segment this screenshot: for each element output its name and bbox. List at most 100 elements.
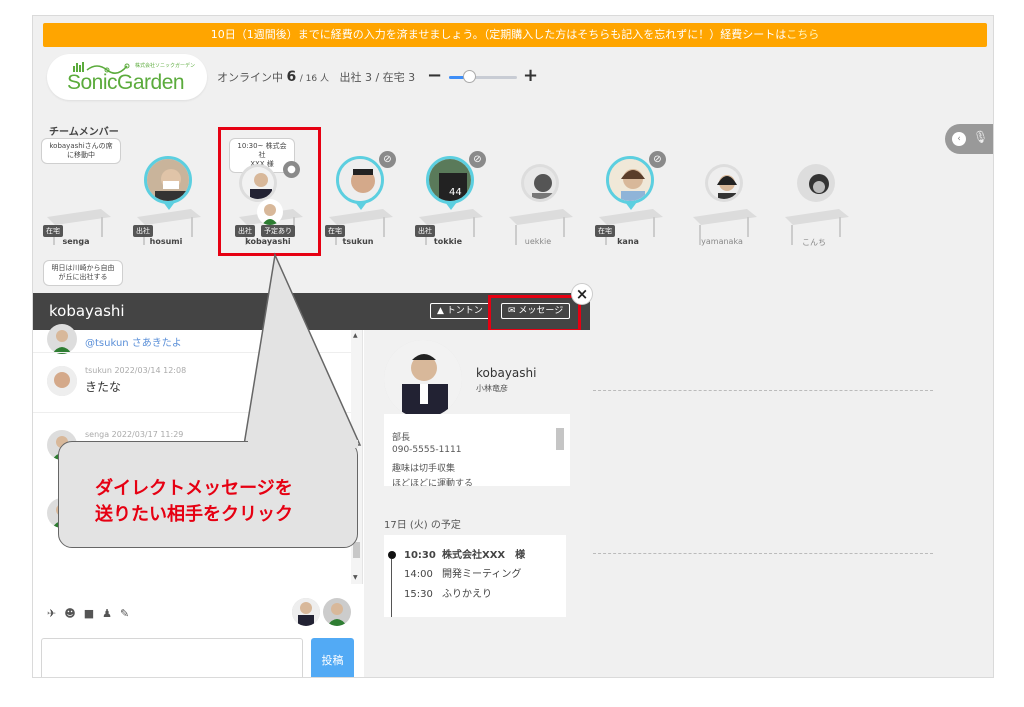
member-name: yamanaka: [701, 237, 743, 246]
side-panel-toggle[interactable]: ‹ 🎙: [945, 124, 993, 154]
message-meta: tsukun 2022/03/14 12:08: [85, 366, 187, 375]
video-icon[interactable]: ■: [84, 607, 102, 620]
member-senga[interactable]: 在宅 senga: [33, 151, 119, 261]
tonton-button[interactable]: ▲ トントン: [430, 303, 490, 319]
info-line: ほどほどに運動する: [392, 479, 474, 486]
profile-name: kobayashi: [476, 366, 537, 380]
avatar: 44: [426, 156, 474, 204]
office-count: 出社 3 /: [339, 71, 380, 84]
status-tag: 出社: [133, 225, 153, 237]
close-button[interactable]: ×: [571, 283, 593, 305]
zoom-out-button[interactable]: −: [427, 67, 442, 85]
divider: [593, 390, 933, 391]
smile-icon[interactable]: ☻: [64, 607, 83, 620]
schedule-item[interactable]: 10:30 株式会社XXX 様: [404, 546, 525, 561]
info-scrollbar[interactable]: [556, 416, 564, 484]
avatar: [705, 164, 743, 202]
instruction-callout: ダイレクトメッセージを 送りたい相手をクリック: [58, 441, 358, 548]
avatar: [47, 366, 77, 396]
avatar: [336, 156, 384, 204]
profile-info: 部長 090-5555-1111 趣味は切手収集 ほどほどに運動する: [384, 414, 570, 486]
location-pin-icon: [625, 202, 637, 210]
megaphone-icon[interactable]: ✈: [47, 607, 64, 620]
svg-text:44: 44: [449, 187, 462, 198]
toolbar-icons: ✈☻■♟✎: [47, 607, 137, 620]
location-pin-icon: [163, 202, 175, 210]
profile-japanese-name: 小林竜彦: [476, 384, 508, 393]
info-line: 090-5555-1111: [392, 445, 462, 455]
schedule-item[interactable]: 14:00 開発ミーティング: [404, 565, 521, 580]
member-kana[interactable]: ⊘ 在宅 kana: [585, 151, 671, 261]
separator: [33, 352, 351, 353]
message-meta: @tsukun さあきたよ: [85, 338, 182, 349]
member-uekkie[interactable]: uekkie: [495, 151, 581, 261]
member-konchi[interactable]: こんち: [771, 151, 857, 261]
banner-link[interactable]: こちら: [786, 28, 819, 41]
member-name: tsukun: [342, 237, 374, 246]
panel-title: kobayashi: [49, 302, 125, 320]
zoom-control: − +: [427, 67, 538, 87]
notice-banner: 10日（1週間後）までに経費の入力を済ませましょう。（定期購入した方はそちらも記…: [43, 23, 987, 47]
online-label: オンライン中: [217, 71, 283, 84]
online-status: オンライン中 6 / 16 人 出社 3 / 在宅 3: [217, 69, 415, 85]
message-meta: senga 2022/03/17 11:29: [85, 430, 184, 439]
callout-line-1: ダイレクトメッセージを: [95, 478, 293, 499]
panel-header: kobayashi ▲ トントン ✉ メッセージ: [33, 293, 590, 332]
timeline-line: [391, 559, 392, 617]
status-tag: 出社: [415, 225, 435, 237]
avatar: [144, 156, 192, 204]
profile-avatar: [384, 340, 462, 418]
online-count: 6: [286, 69, 297, 85]
schedule-title: 開発ミーティング: [442, 569, 522, 580]
zoom-slider-handle[interactable]: [463, 70, 477, 83]
person-icon[interactable]: ♟: [102, 607, 120, 620]
tonton-label: トントン: [446, 306, 483, 316]
member-name: tokkie: [433, 237, 463, 246]
schedule-item[interactable]: 15:30 ふりかえり: [404, 585, 492, 600]
total-count: / 16 人: [299, 74, 329, 84]
sonicgarden-logo[interactable]: 株式会社ソニックガーデン SonicGarden: [47, 54, 207, 100]
scroll-thumb[interactable]: [353, 542, 360, 558]
member-hosumi[interactable]: 出社 hosumi: [123, 151, 209, 261]
paperclip-icon[interactable]: ✎: [120, 607, 137, 620]
avatar: [606, 156, 654, 204]
schedule-time: 14:00: [404, 569, 433, 580]
member-yamanaka[interactable]: yamanaka: [679, 151, 765, 261]
status-tag: 在宅: [325, 225, 345, 237]
avatar: [292, 598, 320, 626]
chevron-left-icon: ‹: [952, 132, 966, 146]
participant-avatars: [289, 598, 351, 626]
member-name: uekkie: [524, 237, 552, 246]
banner-text: 10日（1週間後）までに経費の入力を済ませましょう。（定期購入した方はそちらも記…: [210, 28, 787, 41]
member-tokkie[interactable]: 44 ⊘ 出社 tokkie: [405, 151, 491, 261]
chat-toolbar: ✈☻■♟✎: [33, 584, 363, 638]
location-pin-icon: [355, 202, 367, 210]
member-tsukun[interactable]: ⊘ 在宅 tsukun: [315, 151, 401, 261]
bell-icon: ▲: [437, 306, 447, 316]
post-button[interactable]: 投稿: [311, 638, 354, 677]
status-bubble-next: 明日は川崎から自由 が丘に出社する: [43, 260, 123, 286]
callout-line-2: 送りたい相手をクリック: [95, 504, 293, 525]
mic-off-icon: ⊘: [469, 151, 486, 168]
message-highlight-box: [488, 295, 581, 332]
avatar: [47, 324, 77, 354]
logo-text: SonicGarden: [67, 71, 185, 94]
message-text: きたな: [85, 380, 122, 394]
scroll-down-icon[interactable]: ▼: [353, 574, 358, 581]
schedule-title: 株式会社XXX 様: [442, 550, 526, 561]
schedule-time: 15:30: [404, 589, 433, 600]
avatar: [323, 598, 351, 626]
location-pin-icon: [445, 202, 457, 210]
divider: [593, 553, 933, 554]
mic-off-icon: ⊘: [649, 151, 666, 168]
schedule-time: 10:30: [404, 550, 436, 561]
avatar: [797, 164, 835, 202]
scroll-up-icon[interactable]: ▲: [353, 332, 358, 339]
mic-icon: 🎙: [973, 130, 989, 144]
home-count: 在宅 3: [382, 71, 416, 84]
profile-card: kobayashi 小林竜彦 部長 090-5555-1111 趣味は切手収集 …: [364, 330, 590, 677]
message-input[interactable]: [41, 638, 303, 677]
app-window: 10日（1週間後）までに経費の入力を済ませましょう。（定期購入した方はそちらも記…: [32, 15, 994, 678]
zoom-in-button[interactable]: +: [523, 67, 538, 85]
schedule-title: 17日 (火) の予定: [384, 520, 461, 531]
